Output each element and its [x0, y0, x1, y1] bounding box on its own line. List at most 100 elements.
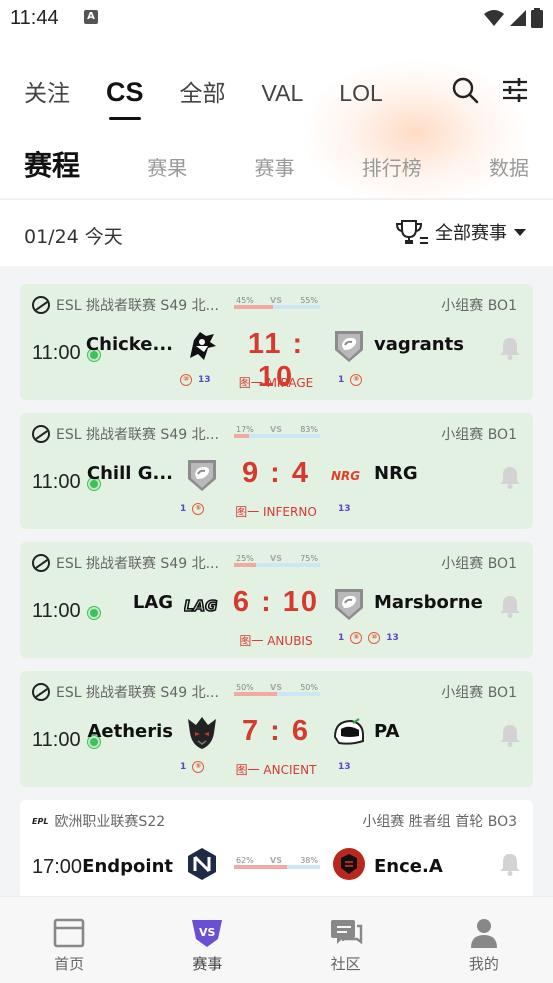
- nav-community-label: 社区: [330, 955, 361, 973]
- status-time: 11:44: [10, 7, 59, 29]
- team2-name: vagrants: [374, 334, 464, 355]
- match-score: 6 : 10: [232, 586, 320, 618]
- vote-right: 83%: [300, 425, 318, 434]
- vote-vs: VS: [270, 683, 282, 692]
- filter-settings-icon[interactable]: [501, 76, 529, 104]
- lag-logo-text: LAG: [184, 597, 217, 615]
- tab-lol[interactable]: LOL: [339, 80, 382, 107]
- nav-events-label: 赛事: [192, 955, 223, 973]
- tab-all[interactable]: 全部: [180, 74, 226, 108]
- tab-follow[interactable]: 关注: [24, 74, 70, 108]
- current-map: 图一 INFERNO: [235, 505, 317, 519]
- rank-badge: ⑤: [192, 503, 205, 515]
- team-logo-ence-academy: [333, 848, 365, 880]
- signal-icon: [510, 10, 526, 26]
- team-logo-chill-gang: [188, 460, 216, 491]
- vote-bar-track: [234, 692, 320, 696]
- esl-logo-icon: [32, 683, 50, 701]
- nav-community[interactable]: 社区: [277, 897, 415, 983]
- team1-tags: 1⑤: [180, 761, 205, 774]
- vote-bar: 62% VS 38%: [234, 856, 320, 870]
- team1-name: Chill G...: [86, 463, 173, 484]
- match-card[interactable]: ESL 挑战者联赛 S49 北... 小组赛 BO1 17% VS 83% 11:0…: [20, 413, 533, 529]
- vote-bar: 45% VS 55%: [234, 296, 320, 310]
- team1-tags: 1⑤: [180, 503, 205, 516]
- vote-bar-track: [234, 434, 320, 438]
- match-card[interactable]: EPL 欧洲职业联赛S22 小组赛 胜者组 首轮 BO3 17:00 Endpoi…: [20, 800, 533, 896]
- flag-badge: 1: [338, 375, 345, 385]
- nav-profile[interactable]: 我的: [415, 897, 553, 983]
- bell-icon[interactable]: [499, 465, 521, 489]
- vote-bar-fill: [234, 865, 288, 869]
- esl-logo-icon: [32, 296, 50, 314]
- nav-events[interactable]: VS 赛事: [138, 897, 276, 983]
- current-map: 图一 ANUBIS: [239, 634, 313, 648]
- nav-home-label: 首页: [54, 955, 85, 973]
- svg-text:VS: VS: [199, 926, 216, 939]
- team2-name: Marsborne: [374, 592, 483, 613]
- bell-icon[interactable]: [499, 594, 521, 618]
- team-logo-vagrants: [335, 331, 363, 362]
- trophy-icon: [395, 220, 428, 244]
- vote-left: 62%: [236, 856, 254, 865]
- epl-logo-icon: EPL: [32, 816, 49, 826]
- flag-badge: 13: [198, 375, 211, 385]
- search-icon[interactable]: [451, 76, 479, 104]
- home-icon: [53, 918, 85, 948]
- esl-logo-icon: [32, 425, 50, 443]
- match-time: 11:00: [32, 729, 81, 751]
- match-time: 17:00: [32, 856, 83, 878]
- match-card[interactable]: ESL 挑战者联赛 S49 北... 小组赛 BO1 50% VS 50% 11:0…: [20, 671, 533, 787]
- match-time: 11:00: [32, 600, 81, 622]
- vote-left: 25%: [236, 554, 254, 563]
- vote-bar-track: [234, 305, 320, 309]
- vote-bar-fill: [234, 434, 249, 438]
- team2-name: PA: [374, 721, 400, 742]
- system-icons: [483, 8, 543, 28]
- rank-badge: ⑩: [180, 374, 192, 386]
- team2-tags: 1⑤: [338, 374, 363, 387]
- tab-events[interactable]: 赛事: [254, 152, 294, 181]
- team-logo-chicken: [190, 332, 216, 360]
- tab-stats[interactable]: 数据: [489, 152, 529, 181]
- match-time: 11:00: [32, 471, 81, 493]
- vote-right: 55%: [300, 296, 318, 305]
- nrg-logo-text: NRG: [331, 469, 360, 483]
- tab-val[interactable]: VAL: [262, 80, 304, 107]
- current-date[interactable]: 01/24 今天: [24, 222, 123, 249]
- league-info: EPL 欧洲职业联赛S22: [32, 811, 165, 831]
- top-navigation: 关注 CS 全部 VAL LOL 赛程 赛果 赛事 排行榜 数据: [0, 38, 553, 208]
- league-name: ESL 挑战者联赛 S49 北...: [56, 556, 219, 572]
- flag-badge: 1: [338, 633, 345, 643]
- vote-right: 50%: [300, 683, 318, 692]
- team-logo-lag: LAG: [184, 596, 218, 616]
- flag-badge: 13: [338, 762, 351, 772]
- event-filter-dropdown[interactable]: 全部赛事: [395, 218, 527, 246]
- esl-logo-icon: [32, 554, 50, 572]
- vote-bar: 25% VS 75%: [234, 554, 320, 568]
- bell-icon[interactable]: [499, 336, 521, 360]
- bell-icon[interactable]: [499, 723, 521, 747]
- tab-cs[interactable]: CS: [106, 77, 144, 120]
- match-card[interactable]: ESL 挑战者联赛 S49 北... 小组赛 BO1 45% VS 55% 11:0…: [20, 284, 533, 400]
- tab-results[interactable]: 赛果: [147, 152, 187, 181]
- vs-icon: VS: [192, 920, 223, 947]
- team-logo-endpoint: [188, 848, 216, 880]
- rank-badge: ⑤: [192, 761, 205, 773]
- top-icons: [451, 76, 529, 104]
- nav-home[interactable]: 首页: [0, 897, 138, 983]
- rank-badge: ⑩: [368, 632, 381, 644]
- team1-name: Endpoint: [82, 856, 173, 877]
- match-card[interactable]: ESL 挑战者联赛 S49 北... 小组赛 BO1 25% VS 75% 11:0…: [20, 542, 533, 658]
- tab-schedule[interactable]: 赛程: [24, 144, 80, 184]
- league-info: ESL 挑战者联赛 S49 北...: [32, 424, 219, 444]
- team2-tags: 13: [338, 503, 351, 516]
- tab-rankings[interactable]: 排行榜: [362, 152, 422, 181]
- match-list: ESL 挑战者联赛 S49 北... 小组赛 BO1 45% VS 55% 11:0…: [0, 266, 553, 896]
- status-bar: 11:44 A: [0, 0, 553, 38]
- filter-label: 全部赛事: [435, 223, 507, 244]
- vote-right: 75%: [300, 554, 318, 563]
- profile-icon: [470, 919, 497, 948]
- team1-name: Chicke...: [85, 334, 173, 355]
- bell-icon[interactable]: [499, 852, 521, 876]
